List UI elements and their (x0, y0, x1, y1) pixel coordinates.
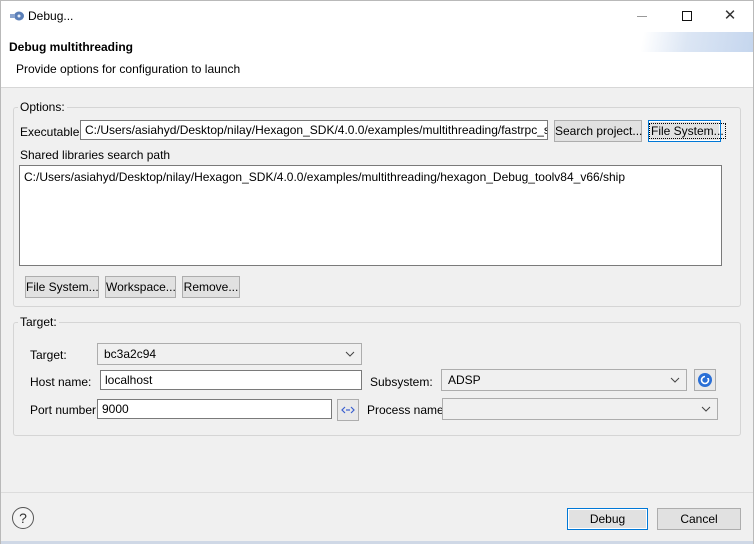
debug-app-icon (10, 11, 24, 21)
refresh-icon (698, 373, 712, 387)
debug-dialog: Debug... ✕ Debug multithreading Provide … (0, 0, 754, 544)
process-name-select[interactable] (442, 398, 718, 420)
subsystem-label: Subsystem: (370, 375, 433, 389)
process-name-label: Process name: (367, 403, 448, 417)
subsystem-select[interactable]: ADSP (441, 369, 687, 391)
list-item[interactable]: C:/Users/asiahyd/Desktop/nilay/Hexagon_S… (24, 170, 717, 184)
workspace-button[interactable]: Workspace... (105, 276, 176, 298)
target-group-label: Target: (18, 315, 59, 329)
chevron-down-icon (345, 351, 355, 357)
chevron-down-icon (701, 406, 711, 412)
options-group-label: Options: (18, 100, 67, 114)
maximize-icon (682, 11, 692, 21)
executable-field[interactable]: C:/Users/asiahyd/Desktop/nilay/Hexagon_S… (80, 120, 548, 140)
shared-libraries-list[interactable]: C:/Users/asiahyd/Desktop/nilay/Hexagon_S… (19, 165, 722, 266)
refresh-subsystem-button[interactable] (694, 369, 716, 391)
header-title: Debug multithreading (9, 40, 133, 54)
close-button[interactable]: ✕ (708, 1, 752, 32)
help-button[interactable]: ? (12, 507, 34, 529)
title-bar: Debug... ✕ (1, 1, 753, 32)
subsystem-select-value: ADSP (448, 373, 481, 387)
footer-divider (1, 492, 753, 493)
port-number-label: Port number: (30, 403, 100, 417)
maximize-button[interactable] (665, 1, 709, 32)
close-icon: ✕ (723, 7, 737, 24)
port-swap-button[interactable] (337, 399, 359, 421)
chevron-down-icon (670, 377, 680, 383)
swap-arrows-icon (341, 406, 355, 414)
minimize-button[interactable] (620, 1, 664, 32)
dialog-header: Debug multithreading Provide options for… (1, 32, 753, 88)
lib-file-system-button[interactable]: File System... (25, 276, 99, 298)
target-label: Target: (30, 348, 67, 362)
host-name-field[interactable]: localhost (100, 370, 362, 390)
target-select[interactable]: bc3a2c94 (97, 343, 362, 365)
file-system-button[interactable]: File System... (648, 120, 726, 142)
window-title: Debug... (28, 9, 74, 23)
cancel-button[interactable]: Cancel (657, 508, 741, 530)
header-banner (606, 32, 753, 52)
minimize-icon (637, 16, 647, 17)
host-name-label: Host name: (30, 375, 92, 389)
remove-button[interactable]: Remove... (182, 276, 240, 298)
port-number-field[interactable]: 9000 (97, 399, 332, 419)
shared-libraries-label: Shared libraries search path (20, 148, 171, 162)
target-select-value: bc3a2c94 (104, 347, 157, 361)
help-icon: ? (19, 510, 27, 526)
file-system-button-label: File System... (649, 123, 726, 139)
debug-button[interactable]: Debug (567, 508, 648, 530)
header-description: Provide options for configuration to lau… (16, 62, 241, 76)
executable-label: Executable: (20, 125, 83, 139)
debug-button-label: Debug (589, 512, 626, 526)
search-project-button[interactable]: Search project... (554, 120, 642, 142)
